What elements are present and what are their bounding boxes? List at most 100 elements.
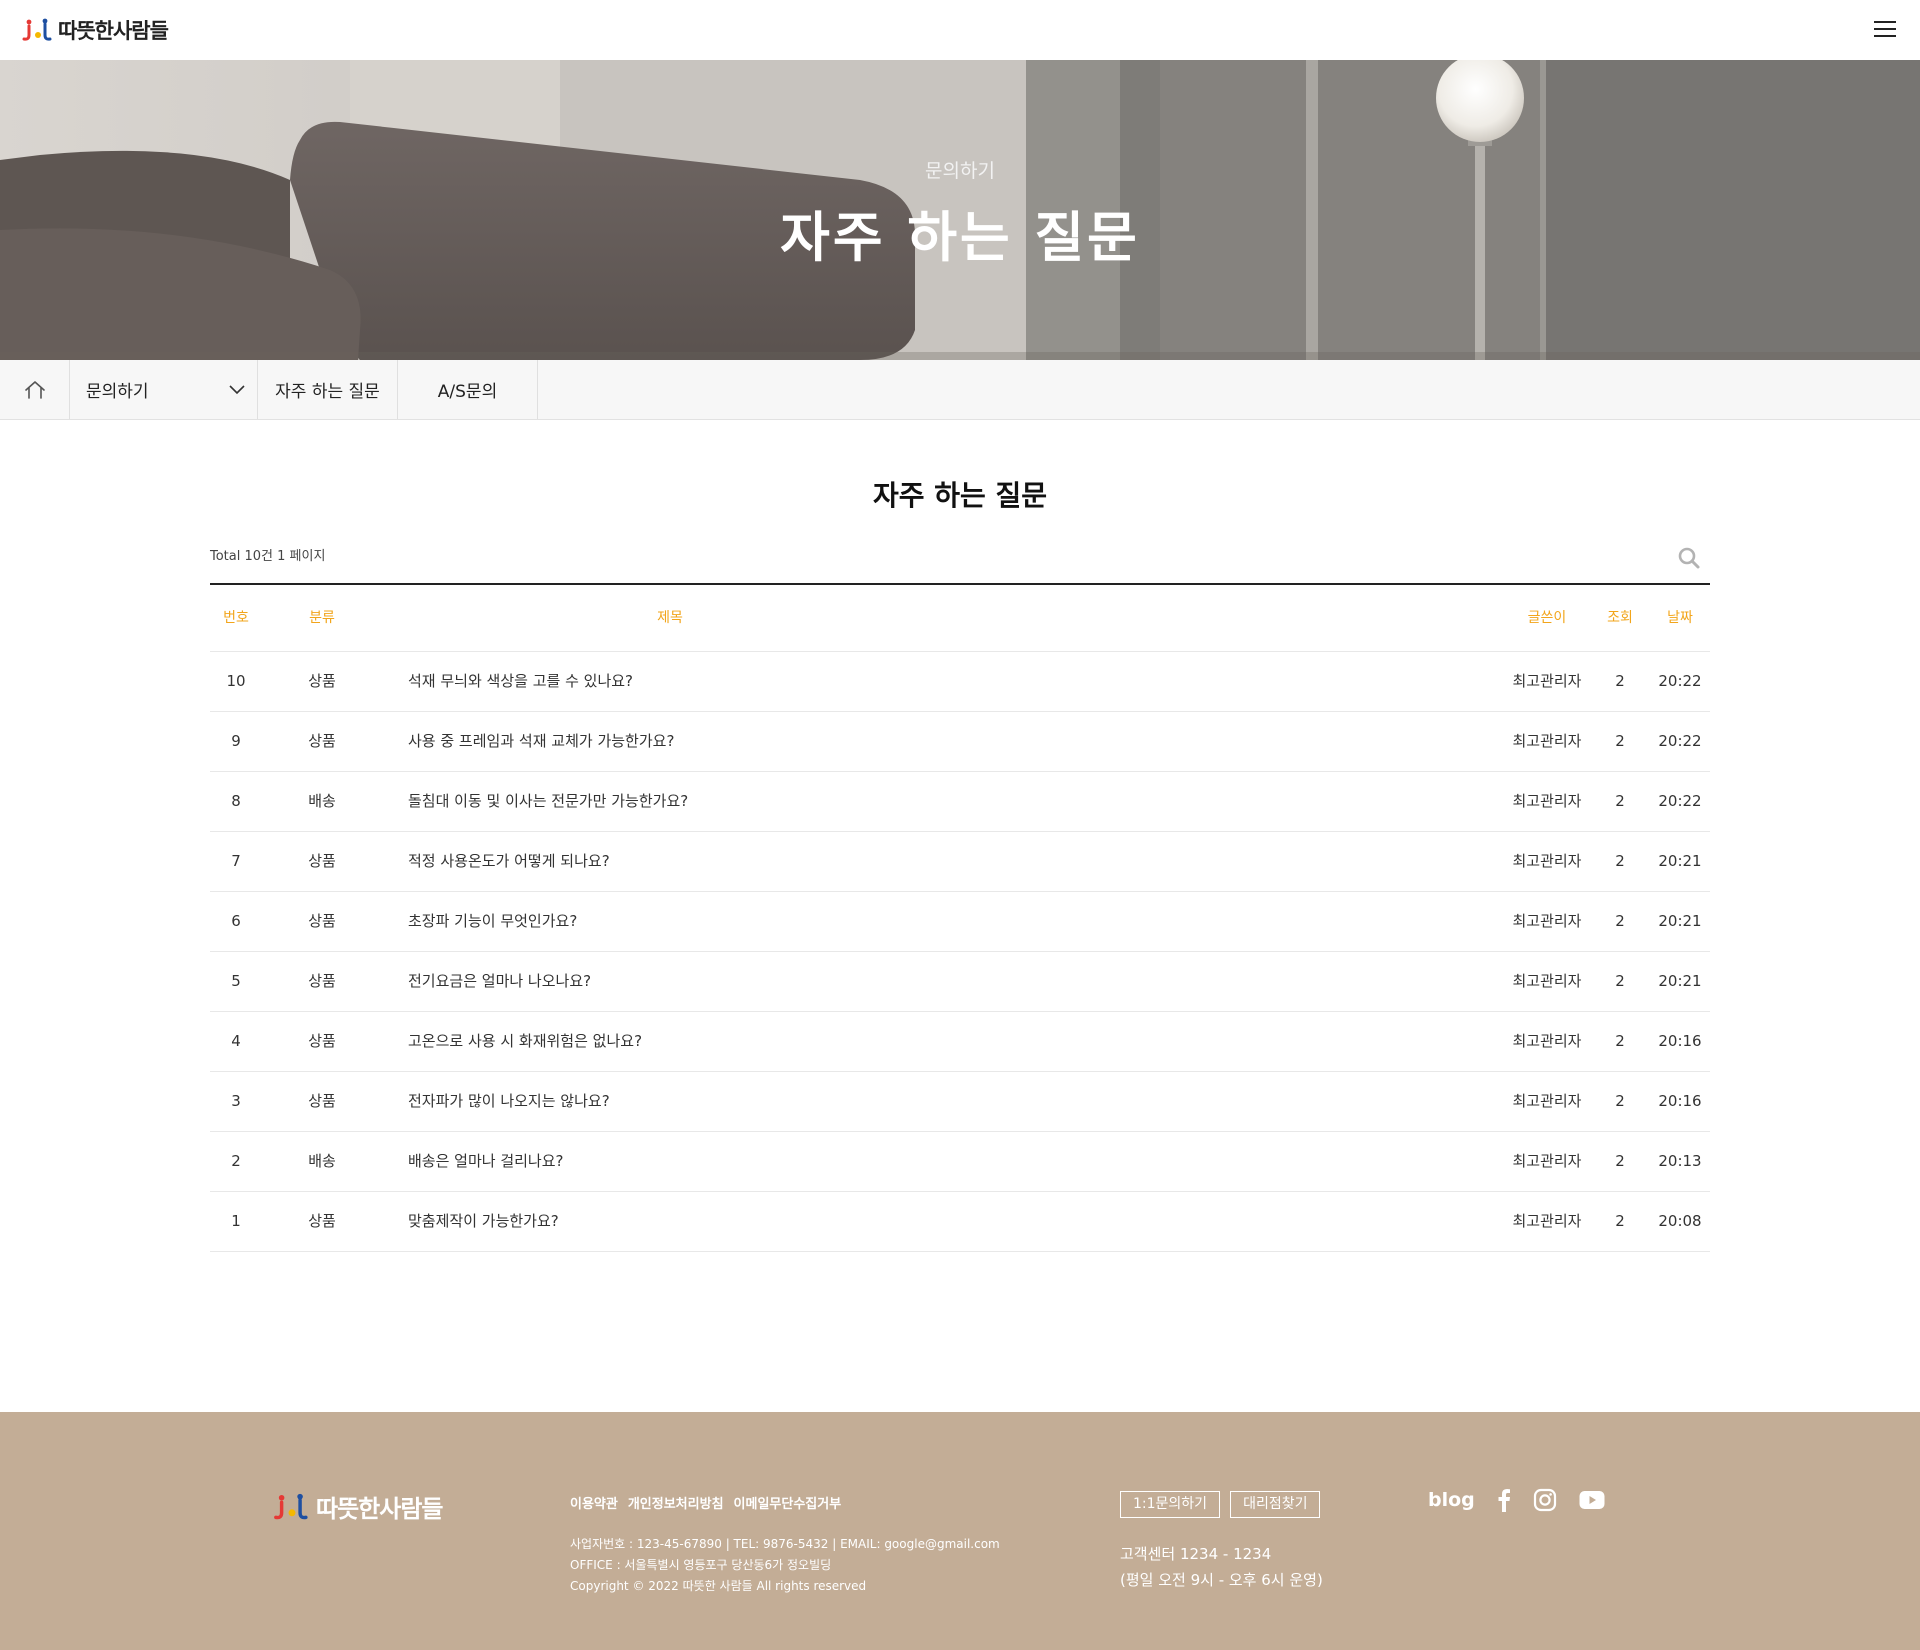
- row-num: 6: [231, 912, 241, 930]
- table-header: 번호 분류 제목 글쓴이 조회 날짜: [210, 585, 1710, 652]
- table-row[interactable]: 8 배송 돌침대 이동 및 이사는 전문가만 가능한가요? 최고관리자 2 20…: [210, 772, 1710, 832]
- table-row[interactable]: 4 상품 고온으로 사용 시 화재위험은 없나요? 최고관리자 2 20:16: [210, 1012, 1710, 1072]
- col-header-category: 분류: [309, 610, 335, 626]
- faq-table: 번호 분류 제목 글쓴이 조회 날짜 10 상품 석재 무늬와 색상을 고를 수…: [210, 583, 1710, 1252]
- row-hits: 2: [1615, 1032, 1625, 1050]
- site-header: 따뜻한사람들: [0, 0, 1920, 60]
- youtube-icon[interactable]: [1579, 1490, 1605, 1510]
- table-row[interactable]: 6 상품 초장파 기능이 무엇인가요? 최고관리자 2 20:21: [210, 892, 1710, 952]
- row-title-link[interactable]: 배송은 얼마나 걸리나요?: [408, 1132, 1408, 1191]
- table-row[interactable]: 7 상품 적정 사용온도가 어떻게 되나요? 최고관리자 2 20:21: [210, 832, 1710, 892]
- page: 따뜻한사람들 문의하기 자주 하는 질문 문의하기 자주 하는 질문 A/S문의…: [0, 0, 1920, 1650]
- row-title-link[interactable]: 초장파 기능이 무엇인가요?: [408, 892, 1408, 951]
- instagram-icon[interactable]: [1533, 1488, 1557, 1512]
- hero-banner: 문의하기 자주 하는 질문: [0, 60, 1920, 360]
- row-date: 20:22: [1658, 672, 1702, 690]
- find-dealer-button[interactable]: 대리점찾기: [1230, 1491, 1321, 1518]
- footer-info-line: Copyright © 2022 따뜻한 사람들 All rights rese…: [570, 1579, 867, 1593]
- table-row[interactable]: 2 배송 배송은 얼마나 걸리나요? 최고관리자 2 20:13: [210, 1132, 1710, 1192]
- table-row[interactable]: 10 상품 석재 무늬와 색상을 고를 수 있나요? 최고관리자 2 20:22: [210, 652, 1710, 712]
- col-header-title: 제목: [657, 610, 683, 626]
- inquiry-button[interactable]: 1:1문의하기: [1120, 1491, 1221, 1518]
- subnav-item-faq[interactable]: 자주 하는 질문: [258, 360, 398, 419]
- subnav-item-as[interactable]: A/S문의: [398, 360, 538, 419]
- sub-navigation: 문의하기 자주 하는 질문 A/S문의: [0, 360, 1920, 420]
- row-category: 상품: [308, 852, 336, 870]
- row-hits: 2: [1615, 1152, 1625, 1170]
- row-writer: 최고관리자: [1512, 972, 1582, 990]
- row-writer: 최고관리자: [1512, 852, 1582, 870]
- logo-mark-icon: [22, 18, 52, 41]
- row-date: 20:22: [1658, 732, 1702, 750]
- row-title-link[interactable]: 맞춤제작이 가능한가요?: [408, 1192, 1408, 1251]
- table-row[interactable]: 3 상품 전자파가 많이 나오지는 않나요? 최고관리자 2 20:16: [210, 1072, 1710, 1132]
- menu-button[interactable]: [1874, 19, 1896, 39]
- logo-text: 따뜻한사람들: [58, 19, 169, 43]
- social-links: blog: [1428, 1488, 1605, 1512]
- row-writer: 최고관리자: [1512, 1032, 1582, 1050]
- facebook-icon[interactable]: [1497, 1488, 1511, 1512]
- footer-info-line: OFFICE : 서울특별시 영등포구 당산동6가 정오빌딩: [570, 1558, 832, 1572]
- footer-info-line: 사업자번호 : 123-45-67890 | TEL: 9876-5432 | …: [570, 1537, 1000, 1551]
- search-icon[interactable]: [1677, 546, 1701, 570]
- row-num: 8: [231, 792, 241, 810]
- table-row[interactable]: 5 상품 전기요금은 얼마나 나오나요? 최고관리자 2 20:21: [210, 952, 1710, 1012]
- row-category: 배송: [308, 1152, 336, 1170]
- row-category: 상품: [308, 732, 336, 750]
- table-row[interactable]: 9 상품 사용 중 프레임과 석재 교체가 가능한가요? 최고관리자 2 20:…: [210, 712, 1710, 772]
- row-date: 20:21: [1658, 972, 1702, 990]
- category-dropdown[interactable]: 문의하기: [70, 360, 258, 419]
- hero-title: 자주 하는 질문: [780, 206, 1140, 269]
- hamburger-icon: [1874, 21, 1896, 23]
- table-row[interactable]: 1 상품 맞춤제작이 가능한가요? 최고관리자 2 20:08: [210, 1192, 1710, 1252]
- footer-company-info: 사업자번호 : 123-45-67890 | TEL: 9876-5432 | …: [570, 1534, 1000, 1597]
- row-title-link[interactable]: 석재 무늬와 색상을 고를 수 있나요?: [408, 652, 1408, 711]
- site-logo[interactable]: 따뜻한사람들: [20, 17, 169, 43]
- row-hits: 2: [1615, 1212, 1625, 1230]
- chevron-down-icon: [229, 385, 245, 395]
- row-title-link[interactable]: 사용 중 프레임과 석재 교체가 가능한가요?: [408, 712, 1408, 771]
- row-writer: 최고관리자: [1512, 672, 1582, 690]
- row-category: 배송: [308, 792, 336, 810]
- logo-mark-icon: [274, 1493, 308, 1519]
- row-title-link[interactable]: 전기요금은 얼마나 나오나요?: [408, 952, 1408, 1011]
- row-num: 4: [231, 1032, 241, 1050]
- footer-logo[interactable]: 따뜻한사람들: [270, 1489, 443, 1524]
- row-date: 20:13: [1658, 1152, 1702, 1170]
- row-date: 20:16: [1658, 1092, 1702, 1110]
- customer-center-phone: 고객센터 1234 - 1234: [1120, 1545, 1272, 1563]
- col-header-date: 날짜: [1667, 610, 1693, 626]
- row-num: 5: [231, 972, 241, 990]
- row-writer: 최고관리자: [1512, 792, 1582, 810]
- row-hits: 2: [1615, 912, 1625, 930]
- row-date: 20:08: [1658, 1212, 1702, 1230]
- row-title-link[interactable]: 전자파가 많이 나오지는 않나요?: [408, 1072, 1408, 1131]
- col-header-writer: 글쓴이: [1527, 610, 1567, 626]
- row-title-link[interactable]: 적정 사용온도가 어떻게 되나요?: [408, 832, 1408, 891]
- home-icon: [24, 380, 45, 399]
- row-title-link[interactable]: 돌침대 이동 및 이사는 전문가만 가능한가요?: [408, 772, 1408, 831]
- row-hits: 2: [1615, 1092, 1625, 1110]
- footer-link-terms[interactable]: 이용약관: [570, 1493, 618, 1512]
- row-category: 상품: [308, 672, 336, 690]
- row-writer: 최고관리자: [1512, 1212, 1582, 1230]
- footer-link-email-refusal[interactable]: 이메일무단수집거부: [734, 1493, 842, 1512]
- footer-logo-text: 따뜻한사람들: [316, 1495, 443, 1523]
- row-category: 상품: [308, 1092, 336, 1110]
- footer-links: 이용약관 개인정보처리방침 이메일무단수집거부: [570, 1493, 841, 1512]
- row-hits: 2: [1615, 972, 1625, 990]
- home-button[interactable]: [0, 360, 70, 419]
- row-hits: 2: [1615, 852, 1625, 870]
- blog-link[interactable]: blog: [1428, 1489, 1475, 1511]
- row-title-link[interactable]: 고온으로 사용 시 화재위험은 없나요?: [408, 1012, 1408, 1071]
- board-title: 자주 하는 질문: [872, 479, 1048, 512]
- hamburger-icon-line: [1874, 35, 1896, 37]
- customer-center: 고객센터 1234 - 1234 (평일 오전 9시 - 오후 6시 운영): [1120, 1541, 1323, 1593]
- total-count: Total 10건 1 페이지: [210, 549, 326, 564]
- row-writer: 최고관리자: [1512, 732, 1582, 750]
- footer-link-privacy[interactable]: 개인정보처리방침: [628, 1493, 724, 1512]
- col-header-hits: 조회: [1607, 610, 1633, 626]
- footer-buttons: 1:1문의하기 대리점찾기: [1120, 1491, 1321, 1518]
- row-date: 20:21: [1658, 912, 1702, 930]
- hero-subtitle: 문의하기: [925, 160, 995, 182]
